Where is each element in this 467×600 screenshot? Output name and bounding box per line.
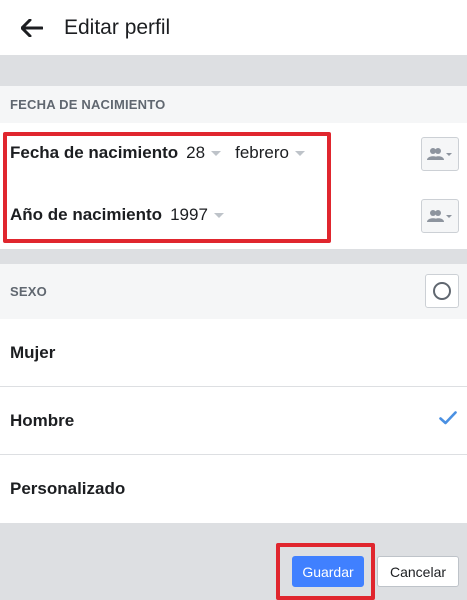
page-title: Editar perfil (64, 15, 171, 39)
day-select[interactable]: 28 (186, 143, 222, 163)
sex-option-label: Mujer (10, 342, 56, 362)
save-button[interactable]: Guardar (292, 556, 364, 587)
checkmark-icon (439, 411, 457, 425)
caret-down-icon (213, 212, 224, 218)
friends-audience-icon (427, 210, 452, 222)
arrow-left-icon (21, 18, 43, 37)
caret-down-icon (294, 150, 305, 156)
sex-visibility-button[interactable] (425, 274, 459, 308)
year-select[interactable]: 1997 (170, 205, 224, 225)
section-spacer (0, 249, 467, 264)
birth-section-body: Fecha de nacimiento 28 febrero Año de na… (0, 123, 467, 249)
sex-option-hombre[interactable]: Hombre (0, 387, 467, 455)
year-audience-button[interactable] (421, 199, 459, 233)
birth-section-header: FECHA DE NACIMIENTO (0, 86, 467, 123)
day-value: 28 (186, 143, 206, 162)
date-audience-button[interactable] (421, 137, 459, 171)
month-value: febrero (235, 143, 289, 162)
birth-year-row: Año de nacimiento 1997 (10, 205, 224, 225)
sex-option-personalizado[interactable]: Personalizado (0, 455, 467, 523)
birth-date-row: Fecha de nacimiento 28 febrero (10, 143, 305, 163)
cancel-button[interactable]: Cancelar (377, 556, 459, 587)
birth-year-label: Año de nacimiento (10, 205, 163, 224)
sex-option-mujer[interactable]: Mujer (0, 319, 467, 387)
year-value: 1997 (170, 205, 208, 224)
friends-audience-icon (427, 148, 452, 160)
sex-section-heading: SEXO (10, 284, 47, 299)
section-spacer (0, 56, 467, 86)
caret-down-icon (211, 150, 222, 156)
back-button[interactable] (0, 0, 64, 56)
sex-option-label: Personalizado (10, 479, 126, 498)
circle-icon (433, 282, 451, 300)
birth-date-label: Fecha de nacimiento (10, 143, 179, 162)
birth-section-heading: FECHA DE NACIMIENTO (10, 97, 166, 112)
sex-option-label: Hombre (10, 410, 75, 430)
sex-section-header: SEXO (0, 264, 467, 319)
top-bar: Editar perfil (0, 0, 467, 56)
month-select[interactable]: febrero (235, 143, 305, 163)
